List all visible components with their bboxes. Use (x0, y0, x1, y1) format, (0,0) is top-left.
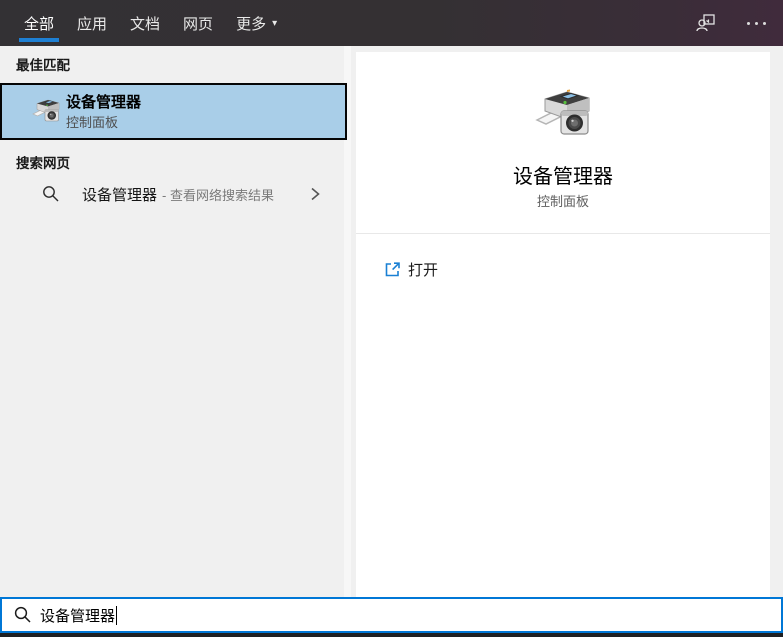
preview-title: 设备管理器 (513, 166, 613, 188)
device-manager-icon-large (535, 89, 590, 135)
search-input-value: 设备管理器 (40, 607, 116, 625)
search-icon (14, 606, 31, 623)
preview-subtitle: 控制面板 (536, 194, 589, 209)
tab-web[interactable]: 网页 (181, 0, 215, 46)
feedback-user-icon[interactable] (693, 10, 719, 36)
web-search-suggestion[interactable]: 设备管理器 - 查看网络搜索结果 (0, 176, 345, 212)
device-manager-icon (32, 99, 60, 121)
results-panel: 最佳匹配 设备管理器 控制面板 搜索网页 设备管理器 - 查看网络搜索结果 (0, 46, 352, 597)
tab-more-label: 更多 (236, 15, 267, 33)
tab-apps-label: 应用 (77, 15, 108, 33)
best-match-header: 最佳匹配 (16, 58, 70, 73)
open-external-icon (385, 261, 400, 276)
open-action-label: 打开 (408, 261, 439, 279)
search-icon (43, 186, 59, 202)
tab-documents[interactable]: 文档 (128, 0, 162, 46)
search-input[interactable]: 设备管理器 (0, 597, 783, 633)
preview-divider (356, 233, 770, 234)
tab-all[interactable]: 全部 (18, 0, 60, 46)
tab-documents-label: 文档 (130, 15, 161, 33)
tab-all-label: 全部 (24, 15, 55, 33)
text-cursor (116, 605, 118, 625)
filter-tabs: 全部 应用 文档 网页 更多 ▾ (0, 0, 298, 46)
web-suggestion-query: 设备管理器 (82, 186, 158, 204)
web-suggestion-hint: - 查看网络搜索结果 (162, 187, 274, 203)
chevron-down-icon: ▾ (272, 17, 278, 29)
open-action[interactable]: 打开 (356, 252, 770, 286)
chevron-right-icon[interactable] (309, 186, 321, 202)
best-match-result-device-manager[interactable]: 设备管理器 控制面板 (0, 83, 347, 140)
search-web-header: 搜索网页 (16, 156, 70, 171)
ellipsis-menu-icon[interactable] (743, 10, 769, 36)
tab-more[interactable]: 更多 ▾ (234, 0, 279, 46)
tab-apps[interactable]: 应用 (75, 0, 109, 46)
search-header-bar: 全部 应用 文档 网页 更多 ▾ (0, 0, 783, 46)
best-match-subtitle: 控制面板 (66, 114, 119, 130)
preview-pane: 设备管理器 控制面板 打开 (356, 52, 770, 597)
window-bottom-edge (0, 633, 783, 637)
tab-web-label: 网页 (183, 15, 214, 33)
best-match-title: 设备管理器 (66, 93, 142, 111)
